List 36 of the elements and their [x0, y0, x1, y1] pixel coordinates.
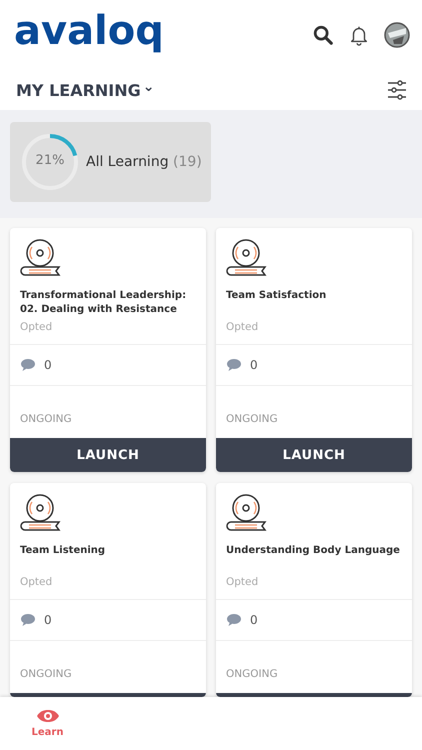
course-card[interactable]: Team Satisfaction Opted 0 ONGOING LAUNCH [216, 228, 412, 472]
search-icon[interactable] [312, 24, 334, 46]
course-status: ONGOING [226, 668, 278, 680]
comment-count: 0 [44, 358, 52, 372]
comment-icon[interactable] [226, 358, 242, 372]
course-status: ONGOING [20, 668, 72, 680]
course-card[interactable]: Understanding Body Language Opted 0 ONGOING [216, 483, 412, 697]
course-card[interactable]: Transformational Leadership: 02. Dealing with Resistance Opted 0 ONGOING LAUNCH [10, 228, 206, 472]
comment-count: 0 [250, 358, 258, 372]
enrollment-status: Opted [20, 321, 54, 333]
comment-count: 0 [44, 613, 52, 627]
course-status: ONGOING [20, 413, 72, 425]
course-title: Team Satisfaction [226, 289, 328, 303]
comment-icon[interactable] [20, 613, 36, 627]
summary-card[interactable]: 21% All Learning (19) [10, 122, 211, 202]
course-title: Transformational Leadership: 02. Dealing with Resistance [20, 289, 188, 317]
logo: avaloq [14, 11, 164, 51]
comment-count: 0 [250, 613, 258, 627]
page-title-dropdown[interactable]: MY LEARNING⌄ [16, 80, 155, 100]
eye-icon [36, 709, 60, 723]
course-status: ONGOING [226, 413, 278, 425]
launch-button[interactable]: LAUNCH [10, 438, 206, 472]
course-card[interactable]: Team Listening Opted 0 ONGOING [10, 483, 206, 697]
enrollment-status: Opted [20, 576, 54, 588]
comment-icon[interactable] [226, 613, 242, 627]
enrollment-status: Opted [226, 321, 260, 333]
progress-percent: 21% [34, 153, 66, 168]
comment-icon[interactable] [20, 358, 36, 372]
avatar[interactable] [384, 22, 410, 48]
enrollment-status: Opted [226, 576, 260, 588]
learn-tab[interactable]: Learn [0, 697, 95, 750]
course-title: Team Listening [20, 544, 106, 558]
launch-button[interactable]: LAUNCH [216, 438, 412, 472]
course-title: Understanding Body Language [226, 544, 401, 558]
filter-icon[interactable] [386, 79, 408, 101]
all-learning-label: All Learning (19) [86, 154, 202, 170]
